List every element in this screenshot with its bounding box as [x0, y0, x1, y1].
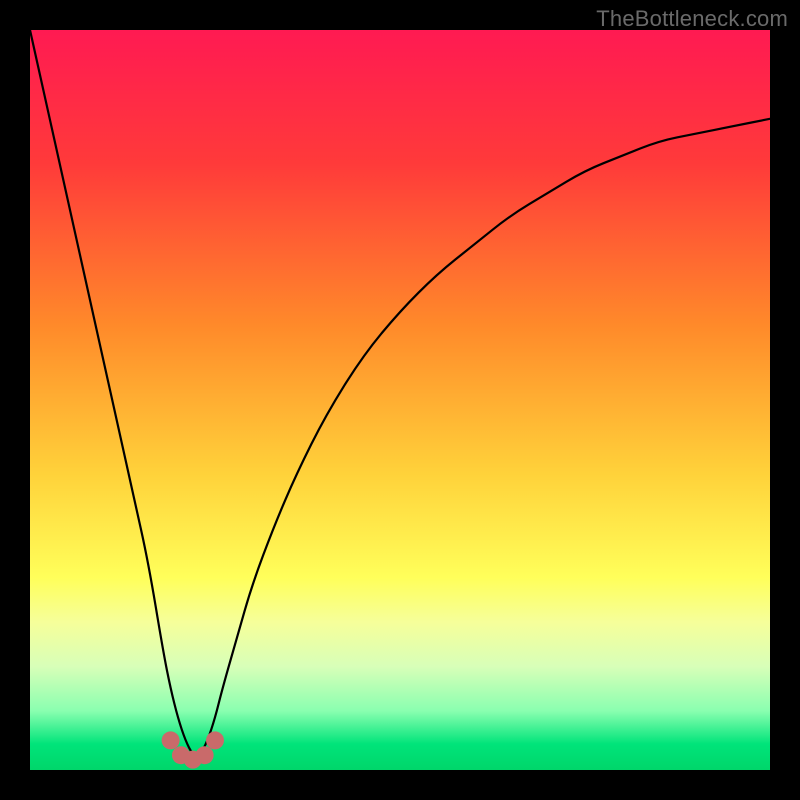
valley-marker [196, 746, 214, 764]
valley-marker [162, 731, 180, 749]
valley-marker [206, 731, 224, 749]
bottleneck-chart [30, 30, 770, 770]
watermark-text: TheBottleneck.com [596, 6, 788, 32]
plot-area [30, 30, 770, 770]
chart-frame: TheBottleneck.com [0, 0, 800, 800]
